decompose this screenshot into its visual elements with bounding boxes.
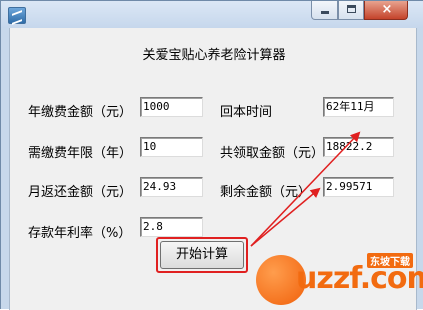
payment-years-label: 需缴费年限（年）: [28, 146, 133, 161]
total-received-label: 共领取金额（元）: [220, 146, 325, 161]
interest-rate-label: 存款年利率（%）: [28, 226, 132, 241]
minimize-button[interactable]: [311, 1, 338, 20]
monthly-return-label: 月返还金额（元）: [28, 185, 133, 200]
app-window: × 关爱宝贴心养老险计算器 年缴费金额（元） 1000 回本时间 62年11月 …: [0, 0, 423, 310]
minimize-icon: [321, 11, 329, 14]
close-button[interactable]: ×: [364, 1, 408, 20]
total-received-field[interactable]: 18822.2: [323, 137, 394, 157]
remaining-amount-field[interactable]: 2.99571: [323, 177, 394, 197]
start-calculation-button[interactable]: 开始计算: [160, 241, 244, 269]
site-watermark: uzzf.com 东坡下载: [256, 253, 423, 307]
annual-premium-field[interactable]: 1000: [140, 97, 203, 117]
monthly-return-field[interactable]: 24.93: [140, 177, 203, 197]
app-title: 关爱宝贴心养老险计算器: [142, 48, 286, 63]
close-icon: ×: [381, 2, 393, 17]
remaining-amount-label: 剩余金额（元）: [220, 185, 312, 200]
payment-years-field[interactable]: 10: [140, 137, 203, 157]
annual-premium-label: 年缴费金额（元）: [28, 105, 133, 120]
watermark-subtext: 东坡下载: [367, 253, 413, 268]
app-icon[interactable]: [8, 7, 26, 24]
payback-time-label: 回本时间: [220, 105, 273, 120]
maximize-button[interactable]: [338, 1, 364, 20]
payback-time-field[interactable]: 62年11月: [323, 97, 394, 117]
title-bar[interactable]: ×: [1, 1, 423, 28]
maximize-icon: [347, 5, 356, 13]
interest-rate-field[interactable]: 2.8: [140, 217, 203, 237]
